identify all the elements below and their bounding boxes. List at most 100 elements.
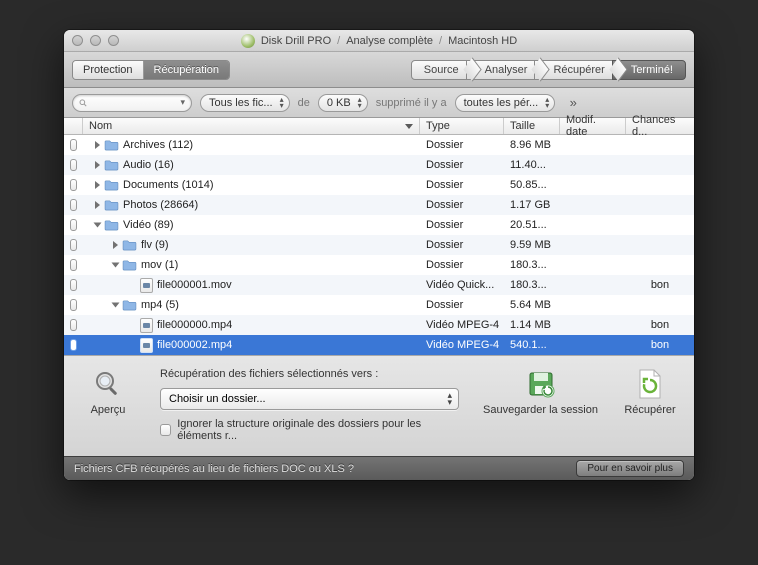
floppy-save-icon [525, 368, 557, 400]
folder-icon [104, 199, 119, 211]
row-checkbox[interactable] [64, 279, 83, 291]
steps-chevron: Source Analyser Récupérer Terminé! [411, 60, 686, 80]
row-checkbox[interactable] [64, 299, 83, 311]
row-checkbox[interactable] [64, 239, 83, 251]
action-panel: Aperçu Récupération des fichiers sélecti… [64, 355, 694, 456]
col-size[interactable]: Taille [504, 118, 560, 134]
row-chance: bon [626, 339, 694, 351]
table-header: Nom Type Taille Modif. date Chances d... [64, 118, 694, 135]
col-name[interactable]: Nom [83, 118, 420, 134]
table-row[interactable]: Photos (28664)Dossier1.17 GB [64, 195, 694, 215]
table-row[interactable]: file000000.mp4 Vidéo MPEG-41.14 MB bon [64, 315, 694, 335]
tab-recovery[interactable]: Récupération [143, 61, 229, 79]
step-source[interactable]: Source [411, 60, 474, 80]
filter-filetype[interactable]: Tous les fic...▴▾ [200, 94, 290, 112]
ignore-structure-checkbox[interactable]: Ignorer la structure originale des dossi… [160, 418, 459, 442]
file-icon [140, 338, 153, 353]
row-checkbox[interactable] [64, 199, 83, 211]
folder-icon [122, 299, 137, 311]
row-size: 1.14 MB [504, 319, 560, 331]
row-size: 20.51... [504, 219, 560, 231]
row-checkbox[interactable] [64, 179, 83, 191]
disclosure-icon[interactable] [95, 161, 100, 169]
learn-more-button[interactable]: Pour en savoir plus [576, 460, 684, 477]
app-icon [241, 34, 255, 48]
table-row[interactable]: file000001.movVidéo Quick...180.3...bon [64, 275, 694, 295]
row-chance: bon [626, 319, 694, 331]
row-checkbox[interactable] [64, 319, 83, 331]
table-row[interactable]: mov (1)Dossier180.3... [64, 255, 694, 275]
row-size: 180.3... [504, 259, 560, 271]
file-icon [140, 278, 153, 293]
tab-protection[interactable]: Protection [73, 61, 143, 79]
row-name: Photos (28664) [123, 199, 198, 211]
row-type: Vidéo MPEG-4 [420, 339, 504, 351]
col-type[interactable]: Type [420, 118, 504, 134]
table-row[interactable]: Documents (1014) Dossier50.85... [64, 175, 694, 195]
row-type: Vidéo MPEG-4 [420, 319, 504, 331]
row-size: 540.1... [504, 339, 560, 351]
status-bar: Fichiers CFB récupérés au lieu de fichie… [64, 456, 694, 480]
col-checkbox[interactable] [64, 118, 83, 134]
table-row[interactable]: flv (9) Dossier9.59 MB [64, 235, 694, 255]
disclosure-icon[interactable] [95, 201, 100, 209]
row-checkbox[interactable] [64, 219, 83, 231]
table-row[interactable]: file000002.mp4Vidéo MPEG-4540.1...bon [64, 335, 694, 355]
disclosure-icon[interactable] [94, 223, 102, 228]
chevron-updown-icon: ▴▾ [448, 392, 453, 406]
disclosure-icon[interactable] [95, 181, 100, 189]
folder-icon [104, 159, 119, 171]
row-type: Dossier [420, 179, 504, 191]
folder-icon [104, 179, 119, 191]
status-message: Fichiers CFB récupérés au lieu de fichie… [74, 463, 354, 475]
row-checkbox[interactable] [64, 159, 83, 171]
folder-icon [104, 219, 119, 231]
table-row[interactable]: mp4 (5)Dossier5.64 MB [64, 295, 694, 315]
row-size: 9.59 MB [504, 239, 560, 251]
row-size: 11.40... [504, 159, 560, 171]
row-size: 50.85... [504, 179, 560, 191]
magnifier-icon [92, 368, 124, 400]
table-body: Archives (112)Dossier8.96 MBAudio (16)Do… [64, 135, 694, 355]
disclosure-icon[interactable] [95, 141, 100, 149]
label-de: de [298, 97, 310, 109]
row-type: Dossier [420, 299, 504, 311]
disclosure-icon[interactable] [112, 263, 120, 268]
row-checkbox[interactable] [64, 139, 83, 151]
recover-button[interactable]: Récupérer [622, 368, 678, 416]
filter-size[interactable]: 0 KB▴▾ [318, 94, 368, 112]
row-name: file000000.mp4 [157, 319, 232, 331]
save-session-button[interactable]: Sauvegarder la session [483, 368, 598, 416]
titlebar[interactable]: Disk Drill PRO / Analyse complète / Maci… [64, 30, 694, 52]
col-chance[interactable]: Chances d... [626, 118, 694, 134]
checkbox-icon[interactable] [160, 424, 171, 436]
row-size: 5.64 MB [504, 299, 560, 311]
row-type: Dossier [420, 159, 504, 171]
disclosure-icon[interactable] [113, 241, 118, 249]
search-dropdown-icon[interactable]: ▾ [180, 97, 185, 108]
preview-button[interactable]: Aperçu [80, 368, 136, 416]
row-name: Documents (1014) [123, 179, 214, 191]
window-title: Disk Drill PRO / Analyse complète / Maci… [64, 34, 694, 48]
col-date[interactable]: Modif. date [560, 118, 626, 134]
row-type: Dossier [420, 239, 504, 251]
table-row[interactable]: Archives (112)Dossier8.96 MB [64, 135, 694, 155]
overflow-icon[interactable]: » [563, 95, 583, 110]
filter-period[interactable]: toutes les pér...▴▾ [455, 94, 556, 112]
table-row[interactable]: Vidéo (89)Dossier20.51... [64, 215, 694, 235]
search-field[interactable]: ▾ [72, 94, 192, 112]
table-row[interactable]: Audio (16)Dossier11.40... [64, 155, 694, 175]
recover-file-icon [634, 368, 666, 400]
row-checkbox[interactable] [64, 259, 83, 271]
row-type: Dossier [420, 139, 504, 151]
title-app: Disk Drill PRO [261, 35, 331, 47]
disclosure-icon[interactable] [112, 303, 120, 308]
row-type: Dossier [420, 259, 504, 271]
row-checkbox[interactable] [64, 339, 83, 351]
row-name: flv (9) [141, 239, 169, 251]
search-input[interactable] [91, 97, 178, 109]
row-name: Archives (112) [123, 139, 193, 151]
label-deleted: supprimé il y a [376, 97, 447, 109]
destination-select[interactable]: Choisir un dossier... ▴▾ [160, 388, 459, 410]
row-name: file000001.mov [157, 279, 232, 291]
